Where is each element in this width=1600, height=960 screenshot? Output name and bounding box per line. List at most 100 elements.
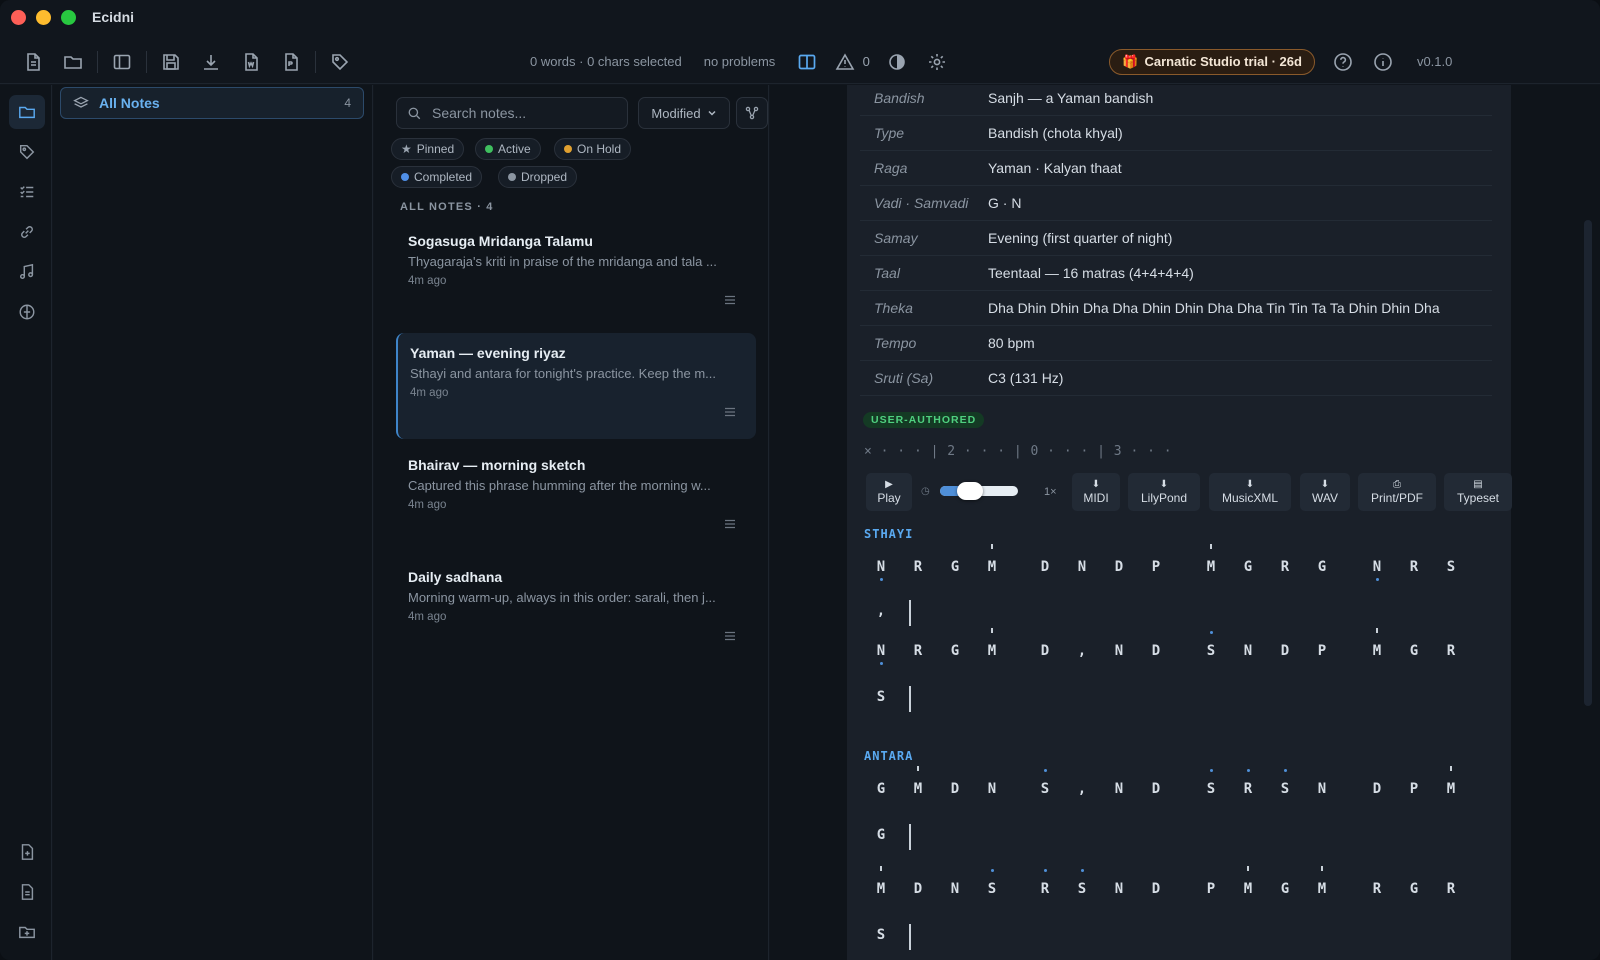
note-time: 4m ago: [408, 499, 447, 511]
tempo-slider-thumb[interactable]: [957, 482, 983, 500]
note-item[interactable]: Daily sadhana Morning warm-up, always in…: [396, 557, 756, 663]
toolbar-separator: [315, 50, 316, 73]
search-icon: [408, 107, 421, 119]
folder-all-notes[interactable]: All Notes 4: [60, 87, 364, 119]
link-icon: [21, 226, 33, 238]
swara: D: [1040, 559, 1050, 575]
meta-value: Evening (first quarter of night): [988, 230, 1173, 246]
export-lilypond-button[interactable]: ⬇ LilyPond: [1128, 473, 1200, 511]
filter-pinned[interactable]: ★ Pinned: [391, 138, 465, 160]
rail-folders-button[interactable]: [9, 95, 45, 129]
play-button[interactable]: ▶ Play: [866, 473, 912, 511]
help-button[interactable]: [1323, 44, 1363, 80]
user-authored-badge: USER-AUTHORED: [863, 412, 985, 428]
note-snippet: Thyagaraja's kriti in praise of the mrid…: [408, 254, 717, 269]
rail-add-folder-button[interactable]: [9, 915, 45, 949]
note-snippet: Morning warm-up, always in this order: s…: [408, 590, 716, 605]
meta-key: Type: [874, 125, 905, 141]
close-window-button[interactable]: [11, 9, 26, 25]
swara: P: [1151, 559, 1161, 575]
meta-key: Vadi · Samvadi: [874, 195, 969, 211]
minimize-window-button[interactable]: [36, 9, 51, 25]
download-button[interactable]: [191, 44, 231, 80]
graph-view-button[interactable]: [736, 97, 768, 129]
download-icon: ⬇: [1320, 478, 1330, 490]
warnings-button[interactable]: 0: [827, 44, 877, 80]
meta-row: Raga Yaman · Kalyan thaat: [860, 151, 1492, 186]
swara: M: [1446, 781, 1456, 797]
swara: G: [1409, 881, 1419, 897]
export-midi-button[interactable]: ⬇ MIDI: [1072, 473, 1120, 511]
tar-dot: [1210, 769, 1213, 772]
meta-row: Taal Teentaal — 16 matras (4+4+4+4): [860, 256, 1492, 291]
theme-toggle-button[interactable]: [877, 44, 917, 80]
swara: N: [987, 781, 997, 797]
tags-icon: [19, 144, 35, 160]
mandra-dot: [1376, 578, 1379, 581]
settings-button[interactable]: [917, 44, 957, 80]
search-placeholder: Search notes...: [432, 105, 527, 121]
export-wav-button[interactable]: ⬇ WAV: [1300, 473, 1350, 511]
barline: [909, 824, 911, 850]
trial-badge[interactable]: 🎁 Carnatic Studio trial · 26d: [1109, 48, 1315, 75]
print-pdf-button[interactable]: ⎙ Print/PDF: [1358, 473, 1436, 511]
info-button[interactable]: [1363, 44, 1403, 80]
rail-links-button[interactable]: [9, 215, 45, 249]
swara: P: [1317, 643, 1327, 659]
note-title: Yaman — evening riyaz: [410, 345, 566, 361]
new-note-button[interactable]: [13, 44, 53, 80]
export-pdf-button[interactable]: [271, 44, 311, 80]
tar-saptak-marker: [1321, 866, 1323, 871]
export-word-button[interactable]: [231, 44, 271, 80]
meta-row: Bandish Sanjh — a Yaman bandish: [860, 81, 1492, 116]
typeset-icon: ▤: [1473, 478, 1483, 490]
new-note-icon: [27, 52, 40, 71]
help-icon: [1334, 52, 1352, 71]
info-icon: [1374, 52, 1392, 71]
split-view-button[interactable]: [787, 44, 827, 80]
rail-tags-button[interactable]: [9, 135, 45, 169]
note-item-selected[interactable]: Yaman — evening riyaz Sthayi and antara …: [396, 333, 756, 439]
tar-dot: [1044, 869, 1047, 872]
typeset-button[interactable]: ▤ Typeset: [1444, 473, 1512, 511]
drag-handle-icon[interactable]: [724, 407, 736, 417]
problems-status[interactable]: no problems: [704, 54, 776, 69]
swara: M: [876, 881, 886, 897]
filter-completed[interactable]: Completed: [391, 166, 483, 188]
swara: N: [1317, 781, 1327, 797]
rail-add-file-button[interactable]: [9, 835, 45, 869]
tar-saptak-marker: [991, 628, 993, 633]
filter-dropped[interactable]: Dropped: [498, 166, 578, 188]
mandra-dot: [880, 578, 883, 581]
warning-icon: [835, 52, 855, 70]
sidebar-toggle-button[interactable]: [102, 44, 142, 80]
rail-list-button[interactable]: [9, 175, 45, 209]
swara: G: [950, 643, 960, 659]
meta-row: Vadi · Samvadi G · N: [860, 186, 1492, 221]
filter-label: On Hold: [577, 142, 622, 156]
rail-music-button[interactable]: [9, 255, 45, 289]
rail-compass-button[interactable]: [9, 295, 45, 329]
drag-handle-icon[interactable]: [724, 295, 736, 305]
sort-dropdown[interactable]: Modified: [638, 97, 730, 129]
rail-document-button[interactable]: [9, 875, 45, 909]
drag-handle-icon[interactable]: [724, 631, 736, 641]
drag-handle-icon[interactable]: [724, 519, 736, 529]
swara: N: [1114, 643, 1124, 659]
note-item[interactable]: Bhairav — morning sketch Captured this p…: [396, 445, 756, 551]
search-input[interactable]: Search notes...: [396, 97, 628, 129]
swara: D: [1151, 881, 1161, 897]
filter-on-hold[interactable]: On Hold: [554, 138, 632, 160]
folder-count: 4: [344, 96, 351, 110]
meta-key: Sruti (Sa): [874, 370, 934, 386]
zoom-window-button[interactable]: [61, 9, 76, 25]
editor-scrollbar[interactable]: [1584, 220, 1592, 706]
note-item[interactable]: Sogasuga Mridanga Talamu Thyagaraja's kr…: [396, 221, 756, 327]
swara: M: [987, 643, 997, 659]
save-button[interactable]: [151, 44, 191, 80]
chevron-down-icon: [708, 110, 716, 116]
export-musicxml-button[interactable]: ⬇ MusicXML: [1209, 473, 1291, 511]
filter-active[interactable]: Active: [475, 138, 541, 160]
open-folder-button[interactable]: [53, 44, 93, 80]
tag-button[interactable]: [320, 44, 360, 80]
